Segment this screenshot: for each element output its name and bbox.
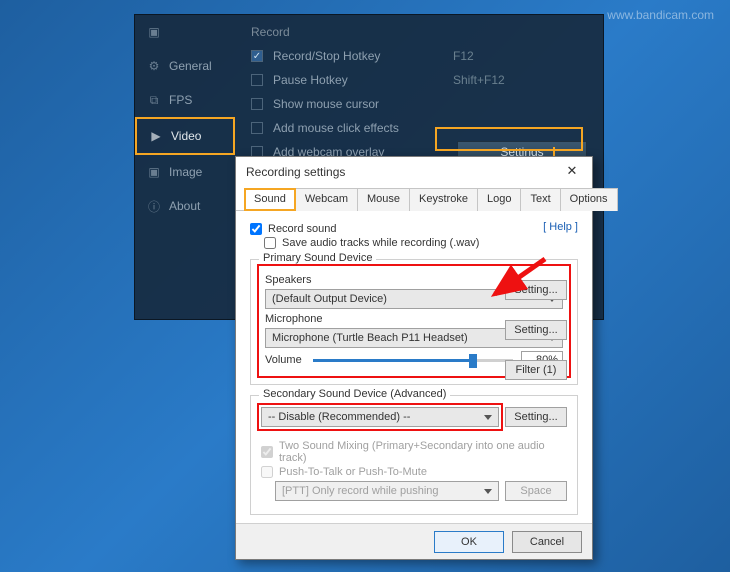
sidebar-item-about[interactable]: ⓘ About (135, 189, 235, 223)
sidebar-item-label: Image (169, 165, 202, 179)
fieldset-legend: Primary Sound Device (259, 252, 376, 264)
checkbox-input[interactable] (250, 223, 262, 235)
recording-settings-dialog: Recording settings ✕ Sound Webcam Mouse … (235, 156, 593, 560)
fps-icon: ⧉ (147, 93, 161, 107)
checkbox-input (261, 446, 273, 458)
checkbox[interactable] (251, 122, 263, 134)
record-section-title: Record (251, 25, 587, 39)
option-label: Add mouse click effects (273, 121, 443, 135)
tab-options[interactable]: Options (560, 188, 618, 211)
tab-logo[interactable]: Logo (477, 188, 521, 211)
secondary-setting-button[interactable]: Setting... (505, 407, 567, 427)
checkbox-input[interactable] (264, 237, 276, 249)
two-mix-checkbox: Two Sound Mixing (Primary+Secondary into… (261, 440, 567, 464)
sidebar: ▣ ⚙ General ⧉ FPS ▶ Video ▣ Image ⓘ About (135, 15, 235, 319)
checkbox-label: Record sound (268, 223, 337, 235)
option-label: Pause Hotkey (273, 73, 443, 87)
checkbox-label: Two Sound Mixing (Primary+Secondary into… (279, 440, 567, 464)
sidebar-item-label: About (169, 199, 200, 213)
sidebar-item-video[interactable]: ▶ Video (135, 117, 235, 155)
tab-text[interactable]: Text (520, 188, 560, 211)
home-icon: ▣ (147, 25, 161, 39)
speakers-setting-button[interactable]: Setting... (505, 280, 567, 300)
dialog-body: [ Help ] Record sound Save audio tracks … (236, 211, 592, 523)
sidebar-item-general[interactable]: ⚙ General (135, 49, 235, 83)
option-row: Pause Hotkey Shift+F12 (251, 69, 587, 91)
tab-mouse[interactable]: Mouse (357, 188, 410, 211)
checkbox-input (261, 466, 273, 478)
checkbox[interactable]: ✓ (251, 50, 263, 62)
info-icon: ⓘ (147, 199, 161, 213)
combo-value: [PTT] Only record while pushing (282, 485, 439, 497)
tab-keystroke[interactable]: Keystroke (409, 188, 478, 211)
secondary-combo[interactable]: -- Disable (Recommended) -- (261, 407, 499, 427)
highlight-box (435, 127, 583, 151)
sidebar-item-label: Video (171, 129, 201, 143)
tab-bar: Sound Webcam Mouse Keystroke Logo Text O… (236, 187, 592, 211)
tab-webcam[interactable]: Webcam (295, 188, 358, 211)
video-panel: Record ✓ Record/Stop Hotkey F12 Pause Hotk… (235, 15, 603, 175)
option-row: Show mouse cursor (251, 93, 587, 115)
gear-icon: ⚙ (147, 59, 161, 73)
sidebar-item-label: General (169, 59, 212, 73)
primary-sound-fieldset: Primary Sound Device Speakers (Default O… (250, 259, 578, 385)
watermark: www.bandicam.com (607, 8, 714, 22)
filter-button[interactable]: Filter (1) (505, 360, 567, 380)
option-label: Show mouse cursor (273, 97, 443, 111)
option-row: ✓ Record/Stop Hotkey F12 (251, 45, 587, 67)
fieldset-legend: Secondary Sound Device (Advanced) (259, 388, 450, 400)
save-wav-checkbox[interactable]: Save audio tracks while recording (.wav) (264, 237, 578, 249)
dialog-titlebar: Recording settings ✕ (236, 157, 592, 187)
sidebar-item-image[interactable]: ▣ Image (135, 155, 235, 189)
dialog-title: Recording settings (246, 165, 345, 179)
combo-value: -- Disable (Recommended) -- (268, 411, 410, 423)
option-value: F12 (453, 49, 474, 63)
image-icon: ▣ (147, 165, 161, 179)
option-value: Shift+F12 (453, 73, 505, 87)
ok-button[interactable]: OK (434, 531, 504, 553)
secondary-sound-fieldset: Secondary Sound Device (Advanced) -- Dis… (250, 395, 578, 515)
help-link[interactable]: [ Help ] (543, 221, 578, 233)
video-icon: ▶ (149, 129, 163, 143)
dialog-footer: OK Cancel (236, 523, 592, 559)
checkbox[interactable] (251, 98, 263, 110)
record-sound-checkbox[interactable]: Record sound (250, 223, 543, 235)
sidebar-item-top[interactable]: ▣ (135, 15, 235, 49)
option-label: Record/Stop Hotkey (273, 49, 443, 63)
checkbox[interactable] (251, 74, 263, 86)
close-button[interactable]: ✕ (560, 163, 584, 181)
ptt-checkbox: Push-To-Talk or Push-To-Mute (261, 466, 567, 478)
sidebar-item-label: FPS (169, 93, 192, 107)
tab-sound[interactable]: Sound (244, 188, 296, 211)
ptt-mode-combo: [PTT] Only record while pushing (275, 481, 499, 501)
mic-setting-button[interactable]: Setting... (505, 320, 567, 340)
ptt-key-field: Space (505, 481, 567, 501)
checkbox-label: Save audio tracks while recording (.wav) (282, 237, 479, 249)
sidebar-item-fps[interactable]: ⧉ FPS (135, 83, 235, 117)
highlight-secondary: -- Disable (Recommended) -- (261, 407, 499, 427)
cancel-button[interactable]: Cancel (512, 531, 582, 553)
checkbox-label: Push-To-Talk or Push-To-Mute (279, 466, 427, 478)
